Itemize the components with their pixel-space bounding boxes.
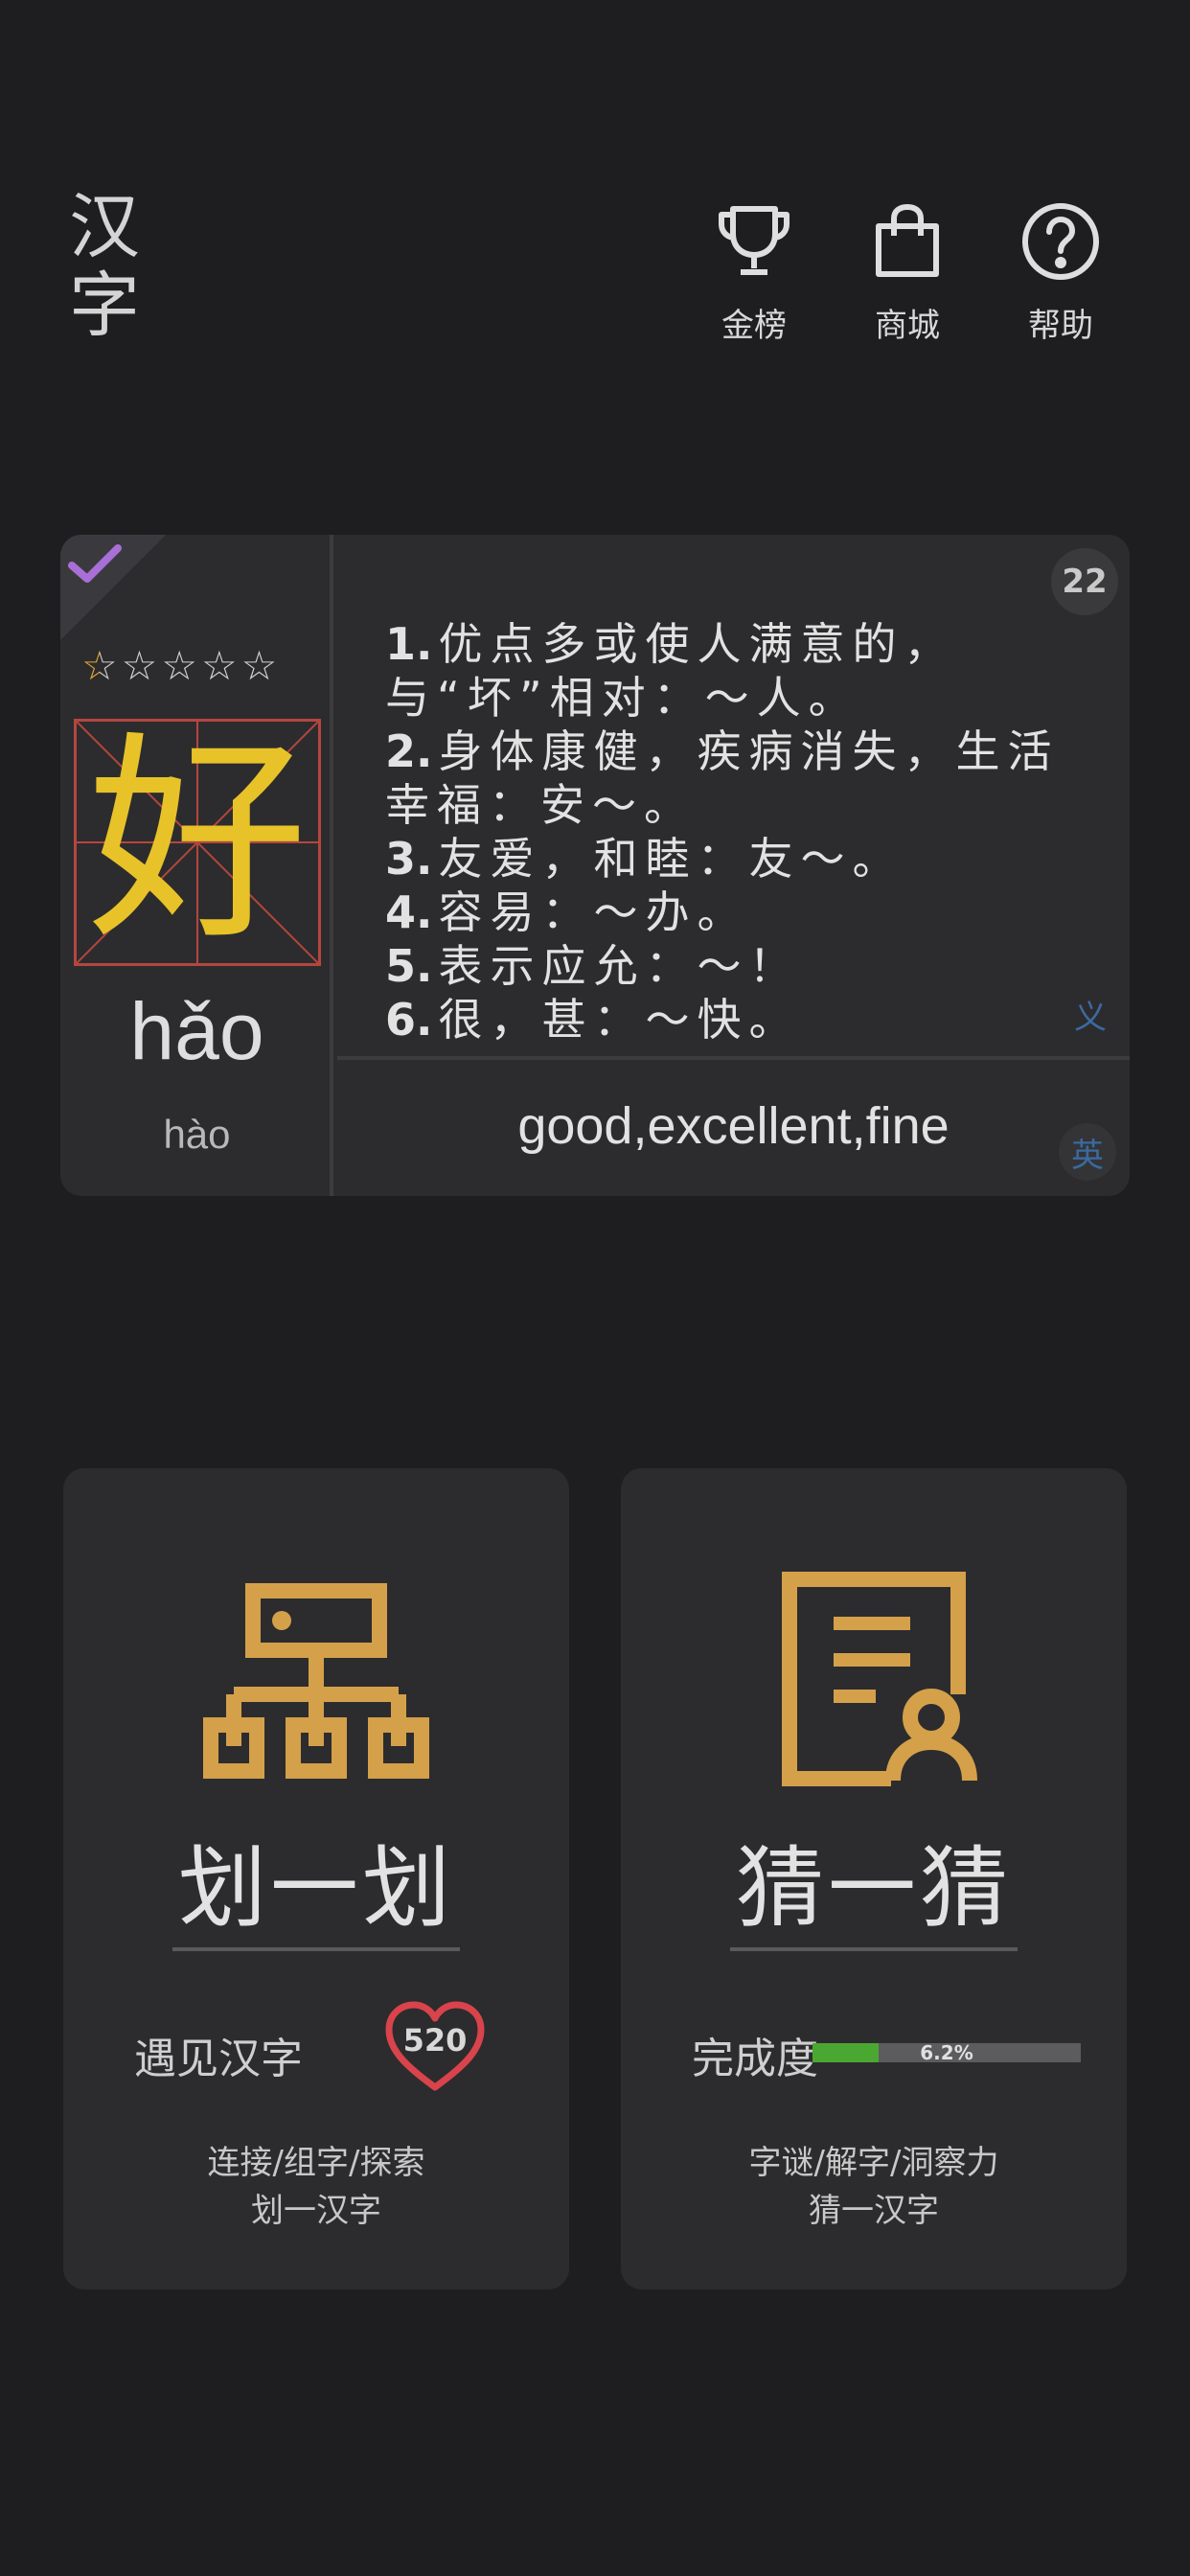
- document-user-icon: [782, 1572, 977, 1786]
- star-icon: ☆: [81, 642, 118, 689]
- hierarchy-icon: [203, 1583, 429, 1779]
- mode-stat-label: 完成度: [692, 2035, 818, 2083]
- divider: [172, 1947, 460, 1951]
- english-tag[interactable]: 英: [1059, 1123, 1116, 1181]
- star-icon: ☆: [161, 642, 197, 689]
- mode-description: 连接/组字/探索 划一汉字: [207, 2144, 425, 2230]
- mode-card-stroke[interactable]: 划一划 遇见汉字 520 连接/组字/探索 划一汉字: [63, 1468, 569, 2289]
- definition-item: 6. 很，甚：～快。: [385, 994, 801, 1046]
- nav-label: 商城: [875, 307, 940, 345]
- nav-label: 金榜: [721, 307, 787, 345]
- mode-title: 猜一猜: [735, 1837, 1012, 1940]
- top-nav: 金榜 商城 帮助: [677, 201, 1137, 346]
- divider: [730, 1947, 1018, 1951]
- english-translation: good,excellent,fine: [517, 1097, 950, 1155]
- definition-item: 4. 容易：～办。: [385, 886, 749, 938]
- heart-value: 520: [402, 2022, 468, 2058]
- definition-item: 5. 表示应允：～！: [385, 940, 801, 992]
- definition-item: 2. 身体康健，疾病消失，生活幸福：安～。: [385, 725, 1060, 831]
- shopping-bag-icon: [876, 204, 939, 277]
- mode-description: 字谜/解字/洞察力 猜一汉字: [748, 2144, 999, 2230]
- learned-badge: [60, 535, 166, 640]
- pinyin-secondary[interactable]: hào: [60, 1112, 333, 1158]
- meaning-tag[interactable]: 义: [1074, 991, 1107, 1038]
- star-icon: ☆: [121, 642, 158, 689]
- star-icon: ☆: [200, 642, 238, 689]
- mode-stat-label: 遇见汉字: [134, 2035, 303, 2083]
- nav-help[interactable]: 帮助: [984, 201, 1137, 346]
- progress-label: 6.2%: [920, 2041, 973, 2064]
- definition-panel: 22 1. 优点多或使人满意的，与“坏”相对：～人。 2. 身体康健，疾病消失，生活…: [337, 535, 1130, 1196]
- nav-label: 帮助: [1028, 307, 1093, 345]
- difficulty-stars: ☆ ☆ ☆ ☆ ☆: [81, 646, 277, 686]
- count-badge: 22: [1051, 548, 1118, 615]
- character-glyph: 好: [86, 714, 308, 970]
- definition-item: 1. 优点多或使人满意的，与“坏”相对：～人。: [385, 618, 956, 724]
- trophy-icon: [719, 206, 790, 275]
- heart-counter: 520: [383, 1999, 487, 2095]
- nav-shop[interactable]: 商城: [831, 201, 984, 346]
- mode-card-guess[interactable]: 猜一猜 完成度 6.2% 字谜/解字/洞察力 猜一汉字: [621, 1468, 1127, 2289]
- app-logo: 汉字: [69, 186, 140, 347]
- check-icon: [68, 544, 122, 583]
- help-icon: [1022, 203, 1099, 280]
- divider: [337, 1056, 1130, 1060]
- pinyin-primary[interactable]: hǎo: [60, 985, 333, 1078]
- completion-progress-bar: 6.2%: [812, 2041, 1081, 2064]
- character-panel: ☆ ☆ ☆ ☆ ☆ 好 hǎo hào: [60, 535, 333, 1196]
- character-grid: 好: [74, 719, 321, 966]
- definition-list: 1. 优点多或使人满意的，与“坏”相对：～人。 2. 身体康健，疾病消失，生活幸福：…: [385, 617, 1085, 1046]
- nav-leaderboard[interactable]: 金榜: [677, 201, 831, 346]
- star-icon: ☆: [240, 642, 278, 689]
- definition-item: 3. 友爱，和睦：友～。: [385, 833, 904, 885]
- character-card[interactable]: ☆ ☆ ☆ ☆ ☆ 好 hǎo hào 22 1. 优点多或使人满意的，与“坏”相…: [60, 535, 1130, 1196]
- mode-title: 划一划: [177, 1837, 454, 1940]
